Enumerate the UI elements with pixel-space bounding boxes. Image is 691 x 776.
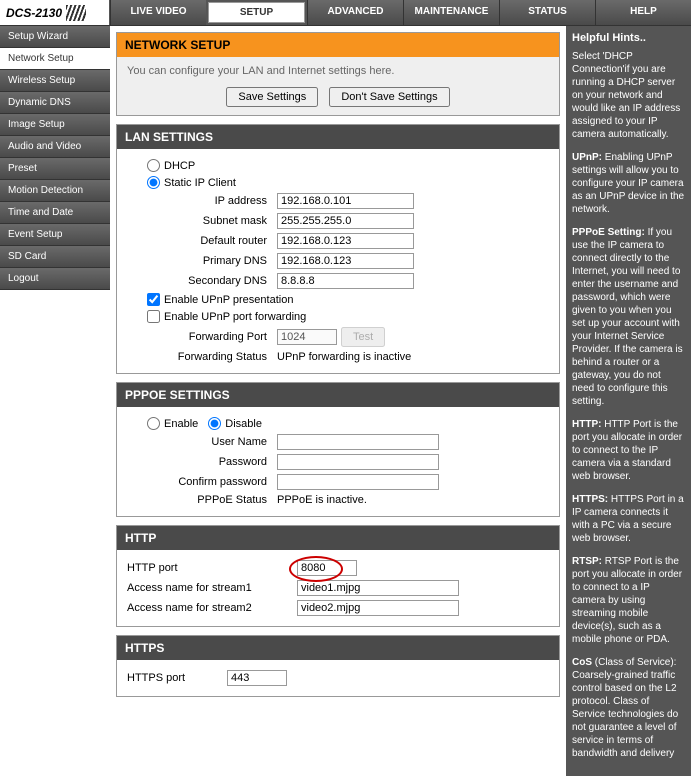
upnp-port-checkbox[interactable] [147,310,160,323]
sidebar: Setup WizardNetwork SetupWireless SetupD… [0,26,110,290]
hint-cos: CoS (Class of Service): Coarsely-grained… [572,656,685,760]
stream1-label: Access name for stream1 [127,582,297,594]
tab-maintenance[interactable]: MAINTENANCE [403,0,499,25]
sidebar-item-event-setup[interactable]: Event Setup [0,224,110,246]
pppoe-status-label: PPPoE Status [127,494,277,506]
https-box: HTTPS HTTPS port [116,635,560,697]
upnp-port-label: Enable UPnP port forwarding [164,311,306,323]
test-button: Test [341,327,385,347]
sidebar-item-preset[interactable]: Preset [0,158,110,180]
stream2-label: Access name for stream2 [127,602,297,614]
static-ip-label: Static IP Client [164,177,236,189]
fwd-status-label: Forwarding Status [127,351,277,363]
sdns-label: Secondary DNS [127,275,277,287]
static-ip-radio[interactable] [147,176,160,189]
sidebar-item-motion-detection[interactable]: Motion Detection [0,180,110,202]
ip-label: IP address [127,195,277,207]
pppoe-user-input[interactable] [277,434,439,450]
dhcp-radio[interactable] [147,159,160,172]
pppoe-enable-label: Enable [164,418,198,430]
sdns-input[interactable] [277,273,414,289]
main-content: NETWORK SETUP You can configure your LAN… [110,26,566,711]
hint-rtsp: RTSP: RTSP Port is the port you allocate… [572,555,685,646]
hint-upnp: UPnP: Enabling UPnP settings will allow … [572,151,685,216]
device-cell: DCS-2130 [0,0,110,25]
https-title: HTTPS [117,636,559,660]
http-title: HTTP [117,526,559,550]
sidebar-item-wireless-setup[interactable]: Wireless Setup [0,70,110,92]
tab-setup[interactable]: SETUP [208,2,305,23]
upnp-presentation-label: Enable UPnP presentation [164,294,293,306]
pppoe-disable-radio[interactable] [208,417,221,430]
pdns-input[interactable] [277,253,414,269]
sidebar-item-network-setup[interactable]: Network Setup [0,48,110,70]
pppoe-enable-radio[interactable] [147,417,160,430]
sidebar-item-setup-wizard[interactable]: Setup Wizard [0,26,110,48]
network-setup-title: NETWORK SETUP [117,33,559,57]
save-settings-button[interactable]: Save Settings [226,87,318,107]
dont-save-settings-button[interactable]: Don't Save Settings [329,87,449,107]
hint-https: HTTPS: HTTPS Port in a IP camera connect… [572,493,685,545]
sidebar-item-logout[interactable]: Logout [0,268,110,290]
https-port-input[interactable] [227,670,287,686]
http-port-input[interactable] [297,560,357,576]
http-port-label: HTTP port [127,562,297,574]
tab-live-video[interactable]: LIVE VIDEO [110,0,206,25]
tab-help[interactable]: HELP [595,0,691,25]
hint-pppoe: PPPoE Setting: If you use the IP camera … [572,226,685,408]
stripes-icon [66,5,86,21]
hints-title: Helpful Hints.. [572,32,685,44]
lan-settings-box: LAN SETTINGS DHCP Static IP Client IP ad… [116,124,560,374]
network-setup-box: NETWORK SETUP You can configure your LAN… [116,32,560,116]
ip-input[interactable] [277,193,414,209]
hint-dhcp: Select 'DHCP Connection'if you are runni… [572,50,685,141]
device-name: DCS-2130 [6,6,62,20]
stream1-input[interactable] [297,580,459,596]
mask-input[interactable] [277,213,414,229]
sidebar-item-dynamic-dns[interactable]: Dynamic DNS [0,92,110,114]
upnp-presentation-checkbox[interactable] [147,293,160,306]
sidebar-item-audio-and-video[interactable]: Audio and Video [0,136,110,158]
pdns-label: Primary DNS [127,255,277,267]
top-nav: DCS-2130 LIVE VIDEOSETUPADVANCEDMAINTENA… [0,0,691,26]
pppoe-box: PPPOE SETTINGS Enable Disable User Name … [116,382,560,517]
fwd-port-label: Forwarding Port [127,331,277,343]
pppoe-pass-label: Password [127,456,277,468]
pppoe-conf-label: Confirm password [127,476,277,488]
sidebar-item-time-and-date[interactable]: Time and Date [0,202,110,224]
pppoe-user-label: User Name [127,436,277,448]
dhcp-label: DHCP [164,160,195,172]
router-label: Default router [127,235,277,247]
tab-status[interactable]: STATUS [499,0,595,25]
pppoe-status-value: PPPoE is inactive. [277,494,367,506]
pppoe-pass-input[interactable] [277,454,439,470]
network-setup-desc: You can configure your LAN and Internet … [127,65,549,77]
http-box: HTTP HTTP port Access name for stream1 A… [116,525,560,627]
pppoe-disable-label: Disable [225,418,262,430]
stream2-input[interactable] [297,600,459,616]
tab-advanced[interactable]: ADVANCED [307,0,403,25]
pppoe-title: PPPOE SETTINGS [117,383,559,407]
fwd-status-value: UPnP forwarding is inactive [277,351,411,363]
fwd-port-input [277,329,337,345]
sidebar-item-image-setup[interactable]: Image Setup [0,114,110,136]
https-port-label: HTTPS port [127,672,227,684]
mask-label: Subnet mask [127,215,277,227]
pppoe-conf-input[interactable] [277,474,439,490]
sidebar-item-sd-card[interactable]: SD Card [0,246,110,268]
lan-settings-title: LAN SETTINGS [117,125,559,149]
hints-panel: Helpful Hints.. Select 'DHCP Connection'… [566,26,691,776]
router-input[interactable] [277,233,414,249]
hint-http: HTTP: HTTP Port is the port you allocate… [572,418,685,483]
